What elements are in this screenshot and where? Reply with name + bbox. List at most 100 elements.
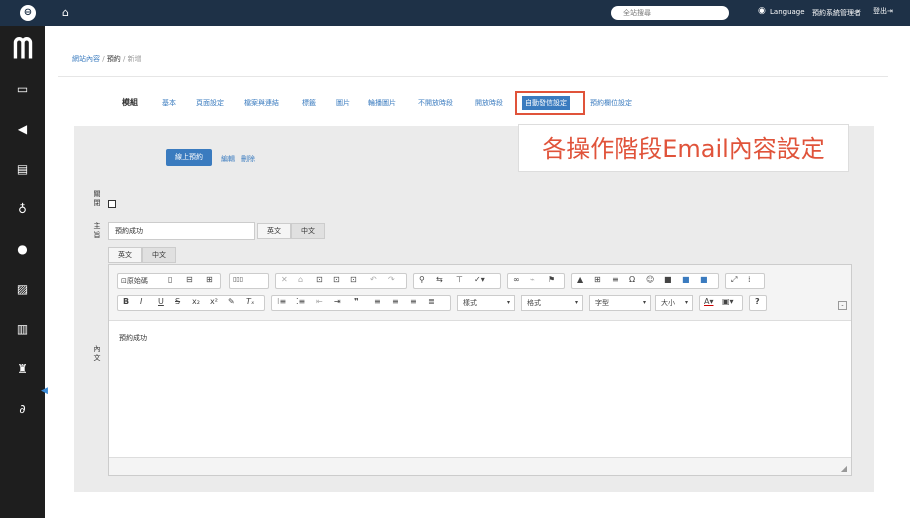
- link-icon[interactable]: ∞: [513, 275, 520, 284]
- copy-format-icon[interactable]: ✎: [228, 297, 235, 306]
- toolbar-group-view: ⤢ ⁞: [725, 273, 765, 289]
- style-dropdown[interactable]: 樣式 ▾: [457, 295, 515, 311]
- special-char-icon[interactable]: Ω: [629, 275, 635, 284]
- indent-icon[interactable]: ⇥: [334, 297, 341, 306]
- resize-handle-icon[interactable]: ◢: [841, 464, 847, 473]
- widget-icon[interactable]: ■: [682, 275, 690, 284]
- remove-format-icon[interactable]: Tₓ: [246, 297, 254, 306]
- blockquote-icon[interactable]: ❞: [354, 297, 359, 306]
- tab-page-settings[interactable]: 頁面設定: [196, 98, 224, 108]
- tab-open-periods[interactable]: 開放時段: [475, 98, 503, 108]
- select-all-icon[interactable]: ⊤: [456, 275, 463, 284]
- text-color-icon[interactable]: A▾: [704, 297, 714, 306]
- breadcrumb-separator: /: [120, 55, 128, 63]
- strike-icon[interactable]: S: [175, 297, 180, 306]
- help-icon[interactable]: ●: [0, 242, 45, 256]
- show-blocks-icon[interactable]: ⁞: [748, 275, 751, 284]
- subject-lang-zh-button[interactable]: 中文: [291, 223, 325, 239]
- monitor-icon[interactable]: ▭: [0, 82, 45, 96]
- home-icon[interactable]: ⌂: [62, 6, 69, 19]
- numbered-list-icon[interactable]: ⁝≡: [277, 297, 286, 306]
- maximize-icon[interactable]: ⤢: [731, 275, 737, 285]
- language-link[interactable]: Language: [770, 8, 805, 16]
- underline-icon[interactable]: U: [158, 297, 164, 306]
- align-justify-icon[interactable]: ≣: [428, 297, 435, 306]
- italic-icon[interactable]: I: [140, 297, 142, 306]
- logo-icon[interactable]: ⊖: [20, 5, 36, 21]
- tab-closed-periods[interactable]: 不開放時段: [418, 98, 453, 108]
- inbox-icon[interactable]: ▤: [0, 162, 45, 176]
- search-input[interactable]: 全站搜尋: [611, 6, 729, 20]
- subscript-icon[interactable]: x₂: [192, 297, 200, 306]
- templates-icon[interactable]: ⊟: [186, 275, 193, 284]
- bulleted-list-icon[interactable]: ⁚≡: [296, 297, 305, 306]
- undo-icon[interactable]: ↶: [370, 275, 377, 284]
- align-center-icon[interactable]: ≡: [392, 297, 399, 306]
- replace-icon[interactable]: ⇆: [436, 275, 443, 284]
- paste-word-icon[interactable]: ⊡: [350, 275, 357, 284]
- paste-text-icon[interactable]: ⊡: [333, 275, 340, 284]
- save-icon[interactable]: ⊞: [206, 275, 213, 284]
- source-button[interactable]: ⊡原始碼: [121, 276, 148, 286]
- page-break-button[interactable]: ▯▯▯: [229, 273, 269, 289]
- logout-link[interactable]: 登出⇥: [873, 6, 893, 16]
- find-icon[interactable]: ⚲: [419, 275, 425, 284]
- paste-icon[interactable]: ⊡: [316, 275, 323, 284]
- rich-text-editor[interactable]: ⊡原始碼 ▯ ⊟ ⊞ ▯▯▯ ✕ ⌂ ⊡ ⊡ ⊡ ↶ ↷ ⚲ ⇆ ⊤ ✓▾ ∞ …: [108, 264, 852, 476]
- content-lang-en-button[interactable]: 英文: [108, 247, 142, 263]
- new-page-icon[interactable]: ▯: [168, 275, 172, 284]
- editor-content[interactable]: 預約成功: [119, 333, 147, 343]
- youtube-icon[interactable]: ■: [664, 275, 672, 284]
- delete-link[interactable]: 刪除: [241, 154, 255, 164]
- align-left-icon[interactable]: ≡: [374, 297, 381, 306]
- outdent-icon[interactable]: ⇤: [316, 297, 323, 306]
- tab-tags[interactable]: 標籤: [302, 98, 316, 108]
- content-lang-zh-button[interactable]: 中文: [142, 247, 176, 263]
- edit-link[interactable]: 編輯: [221, 154, 235, 164]
- logout-icon[interactable]: ⇥: [887, 7, 893, 15]
- unlink-icon[interactable]: ⌁: [530, 275, 535, 284]
- link-icon[interactable]: ∂: [0, 402, 45, 416]
- bold-icon[interactable]: B: [123, 297, 129, 306]
- document-icon[interactable]: ▥: [0, 322, 45, 336]
- tab-basic[interactable]: 基本: [162, 98, 176, 108]
- admin-user-label[interactable]: 預約系統管理者: [812, 8, 861, 18]
- breadcrumb-root[interactable]: 網站內容: [72, 55, 100, 63]
- tab-files-links[interactable]: 檔案與連結: [244, 98, 279, 108]
- breadcrumb-section[interactable]: 預約: [107, 55, 121, 63]
- globe-icon[interactable]: ◉: [758, 6, 766, 16]
- tab-carousel[interactable]: 輪播圖片: [368, 98, 396, 108]
- redo-icon[interactable]: ↷: [388, 275, 395, 284]
- horizontal-rule-icon[interactable]: ≡: [612, 275, 619, 284]
- megaphone-icon[interactable]: ◀: [0, 122, 45, 136]
- bulb-icon[interactable]: ♁: [0, 202, 45, 216]
- bg-color-icon[interactable]: ▣▾: [722, 297, 734, 306]
- format-dropdown[interactable]: 格式 ▾: [521, 295, 583, 311]
- subject-lang-en-button[interactable]: 英文: [257, 223, 291, 239]
- online-booking-button[interactable]: 線上預約: [166, 149, 212, 166]
- tab-images[interactable]: 圖片: [336, 98, 350, 108]
- about-button[interactable]: ?: [749, 295, 767, 311]
- size-dropdown[interactable]: 大小 ▾: [655, 295, 693, 311]
- smiley-icon[interactable]: ☺: [646, 275, 654, 284]
- anchor-icon[interactable]: ⚑: [548, 275, 555, 284]
- map-icon[interactable]: ♜: [0, 362, 45, 376]
- spellcheck-icon[interactable]: ✓▾: [474, 275, 485, 284]
- chevron-down-icon: ▾: [574, 299, 578, 306]
- align-right-icon[interactable]: ≡: [410, 297, 417, 306]
- collapse-toolbar-icon[interactable]: -: [838, 301, 847, 310]
- superscript-icon[interactable]: x²: [210, 297, 218, 306]
- subject-field[interactable]: 預約成功: [108, 222, 255, 240]
- graduation-icon[interactable]: ▨: [0, 282, 45, 296]
- image-icon[interactable]: ▲: [577, 275, 583, 284]
- brand-logo-icon[interactable]: ᗰ: [6, 32, 40, 66]
- disable-checkbox[interactable]: [108, 200, 116, 208]
- tab-booking-fields[interactable]: 預約欄位設定: [590, 98, 632, 108]
- iframe-icon[interactable]: ■: [700, 275, 708, 284]
- logout-label[interactable]: 登出: [873, 7, 887, 15]
- copy-icon[interactable]: ⌂: [298, 275, 303, 284]
- font-dropdown[interactable]: 字型 ▾: [589, 295, 651, 311]
- toolbar-group-colors: A▾ ▣▾: [699, 295, 743, 311]
- cut-icon[interactable]: ✕: [281, 275, 288, 284]
- table-icon[interactable]: ⊞: [594, 275, 601, 284]
